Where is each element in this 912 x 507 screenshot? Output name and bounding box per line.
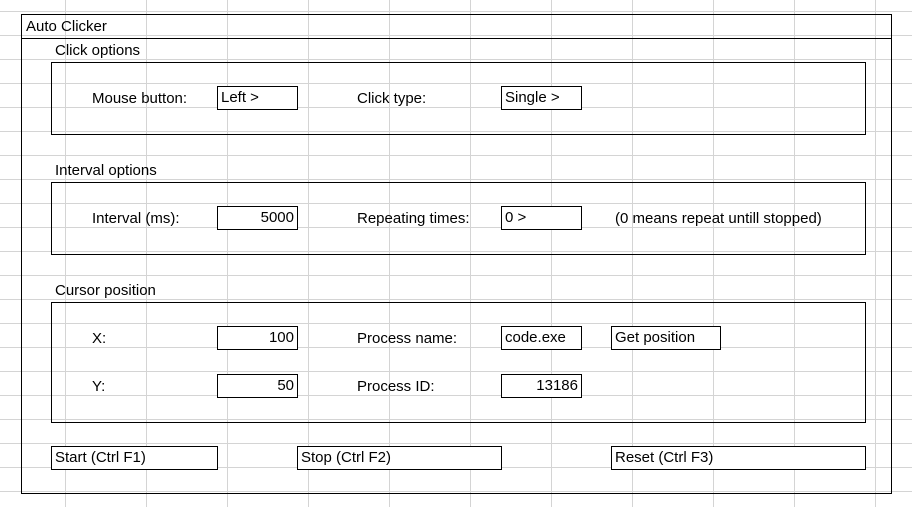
process-name-label: Process name: — [357, 330, 458, 347]
y-input[interactable]: 50 — [217, 374, 298, 398]
repeat-note: (0 means repeat untill stopped) — [615, 210, 822, 227]
click-type-select[interactable]: Single > — [501, 86, 582, 110]
stop-button[interactable]: Stop (Ctrl F2) — [297, 446, 502, 470]
process-name-input[interactable]: code.exe — [501, 326, 582, 350]
y-label: Y: — [92, 378, 106, 395]
mouse-button-label: Mouse button: — [92, 90, 188, 107]
x-label: X: — [92, 330, 107, 347]
click-type-label: Click type: — [357, 90, 427, 107]
title-bar — [22, 15, 891, 39]
cursor-position-group — [51, 302, 866, 423]
interval-options-heading: Interval options — [55, 162, 157, 179]
process-id-input[interactable]: 13186 — [501, 374, 582, 398]
repeating-times-label: Repeating times: — [357, 210, 470, 227]
x-input[interactable]: 100 — [217, 326, 298, 350]
interval-input[interactable]: 5000 — [217, 206, 298, 230]
repeating-times-select[interactable]: 0 > — [501, 206, 582, 230]
reset-button[interactable]: Reset (Ctrl F3) — [611, 446, 866, 470]
interval-label: Interval (ms): — [92, 210, 180, 227]
click-options-heading: Click options — [55, 42, 141, 59]
get-position-button[interactable]: Get position — [611, 326, 721, 350]
mouse-button-select[interactable]: Left > — [217, 86, 298, 110]
window-title: Auto Clicker — [26, 18, 107, 35]
process-id-label: Process ID: — [357, 378, 435, 395]
start-button[interactable]: Start (Ctrl F1) — [51, 446, 218, 470]
cursor-position-heading: Cursor position — [55, 282, 156, 299]
